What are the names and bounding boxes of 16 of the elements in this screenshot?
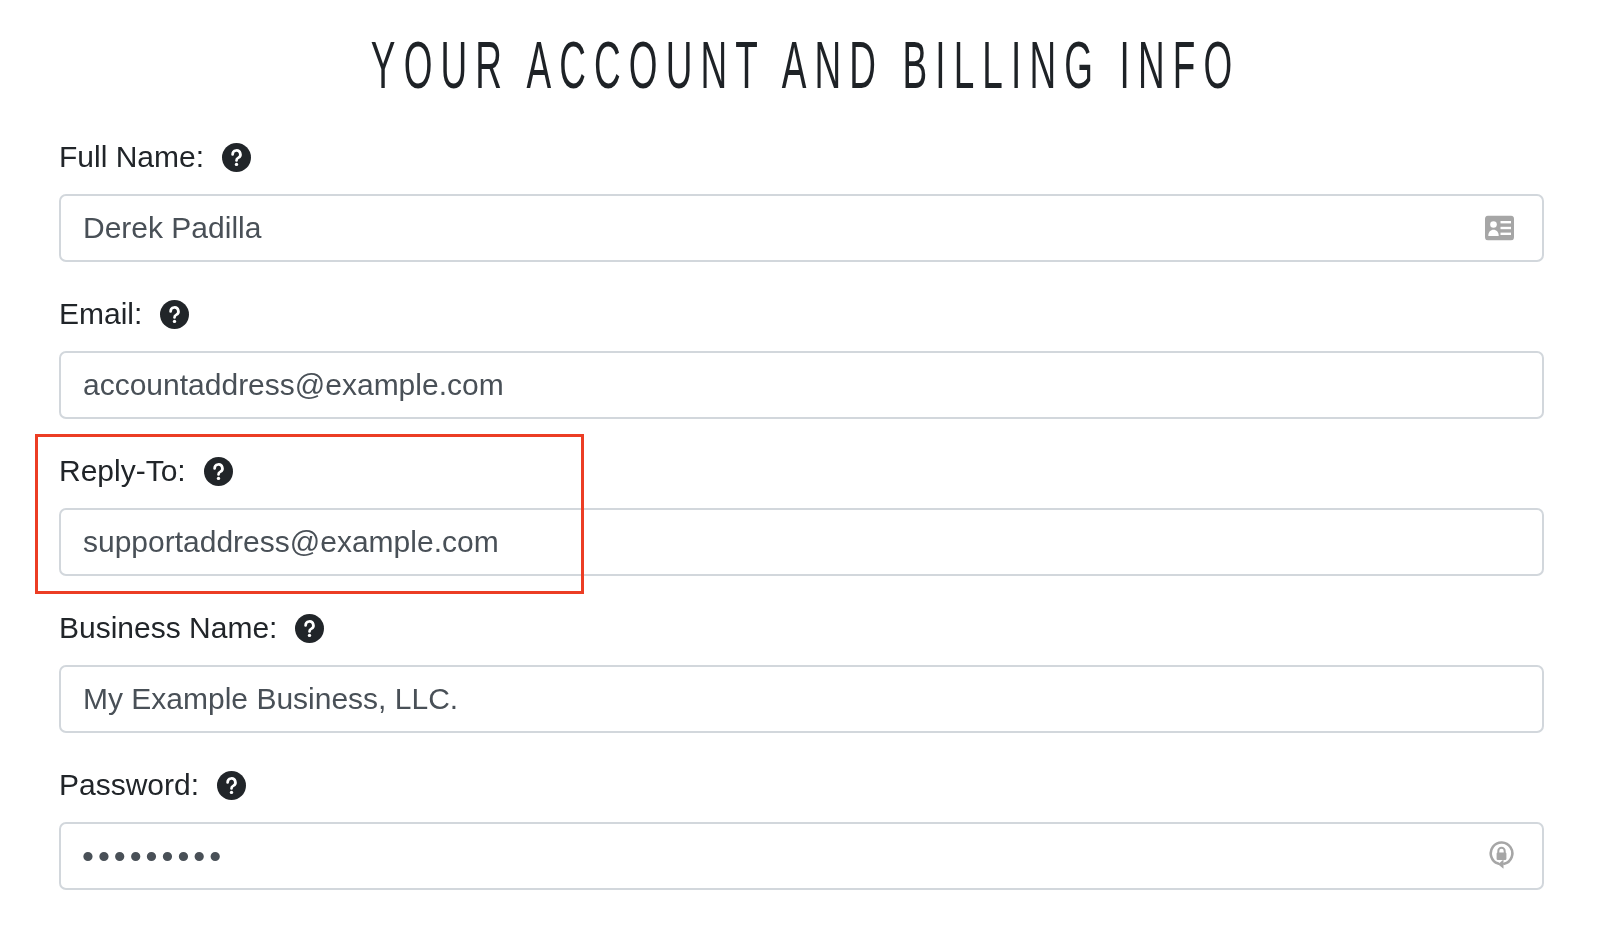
input-field[interactable]: supportaddress@example.com bbox=[59, 508, 1544, 576]
help-icon[interactable] bbox=[217, 770, 247, 800]
field-label: Email: bbox=[59, 296, 143, 332]
field-label: Full Name: bbox=[59, 139, 205, 175]
help-icon[interactable] bbox=[160, 299, 190, 329]
help-icon[interactable] bbox=[222, 142, 252, 172]
input-field[interactable]: Derek Padilla bbox=[59, 194, 1544, 262]
field-label: Reply-To: bbox=[59, 453, 186, 489]
input-field[interactable]: My Example Business, LLC. bbox=[59, 665, 1544, 733]
field-label: Password: bbox=[59, 767, 200, 803]
field-label: Business Name: bbox=[59, 610, 278, 646]
password-field[interactable]: ••••••••• bbox=[59, 822, 1544, 890]
page-title: YOUR ACCOUNT AND BILLING INFO bbox=[369, 32, 1241, 98]
input-field[interactable]: accountaddress@example.com bbox=[59, 351, 1544, 419]
help-icon[interactable] bbox=[295, 613, 325, 643]
help-icon[interactable] bbox=[203, 456, 233, 486]
